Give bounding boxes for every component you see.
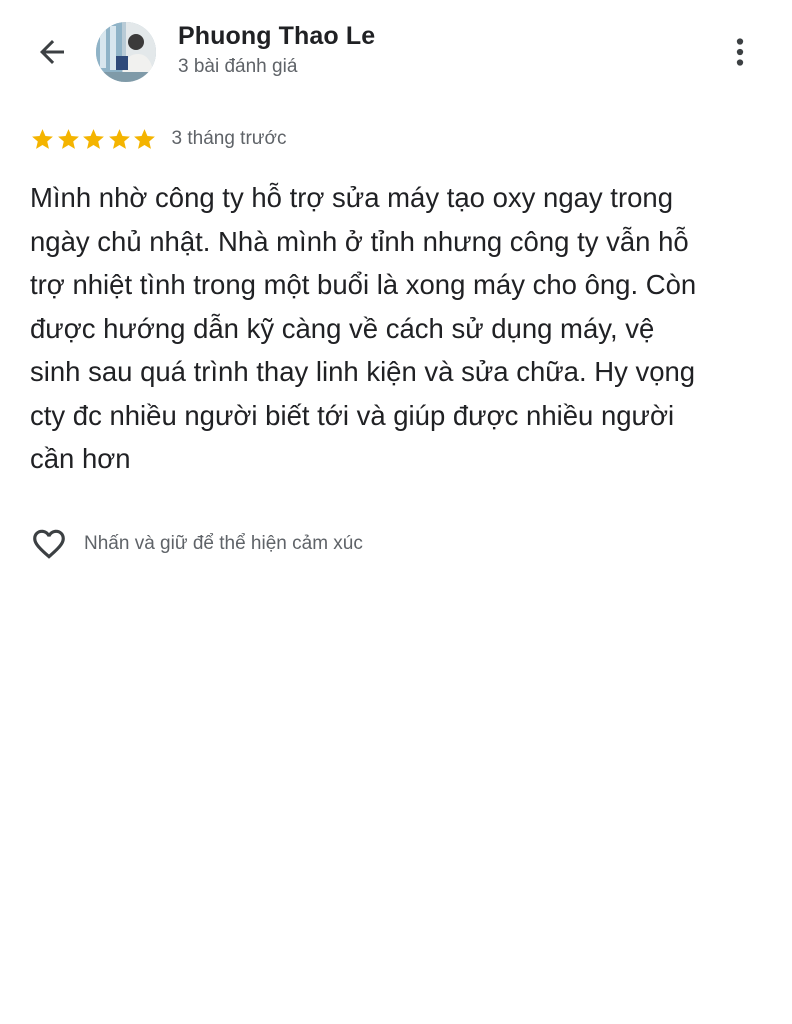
star-icon: [57, 128, 79, 149]
review-text-line: Mình nhờ công ty hỗ trợ sửa máy tạo oxy …: [30, 182, 673, 213]
star-icon: [134, 128, 155, 149]
review-text-line: trợ nhiệt tình trong một buổi là xong má…: [30, 269, 697, 300]
avatar-image: [96, 22, 156, 82]
review-text-line: cần hơn: [30, 443, 131, 474]
react-button[interactable]: [28, 524, 70, 564]
review-date: 3 tháng trước: [171, 128, 287, 149]
star-icon: [83, 128, 104, 149]
more-vert-icon: [736, 38, 744, 66]
star-icon: [32, 128, 53, 149]
avatar[interactable]: [96, 22, 156, 82]
heart-outline-icon: [33, 529, 65, 559]
star-rating: [30, 127, 158, 152]
more-options-button[interactable]: [718, 30, 762, 74]
back-button[interactable]: [30, 30, 74, 74]
review-text-line: ngày chủ nhật. Nhà mình ở tỉnh nhưng côn…: [30, 225, 689, 257]
user-name[interactable]: Phuong Thao Le: [178, 22, 375, 51]
star-icon: [108, 128, 130, 149]
review-header: Phuong Thao Le 3 bài đánh giá: [0, 0, 792, 100]
reaction-row: Nhấn và giữ để thể hiện cảm xúc: [28, 524, 363, 564]
arrow-left-icon: [40, 40, 64, 64]
review-count: 3 bài đánh giá: [178, 56, 298, 77]
review-text-line: sinh sau quá trình thay linh kiện và sửa…: [30, 356, 696, 387]
review-text-line: cty đc nhiều người biết tới và giúp được…: [30, 399, 675, 431]
rating-row: 3 tháng trước: [30, 124, 286, 154]
reaction-hint: Nhấn và giữ để thể hiện cảm xúc: [84, 533, 363, 554]
review-text-line: được hướng dẫn kỹ càng về cách sử dụng m…: [30, 312, 655, 344]
review-text: Mình nhờ công ty hỗ trợ sửa máy tạo oxy …: [30, 176, 770, 481]
